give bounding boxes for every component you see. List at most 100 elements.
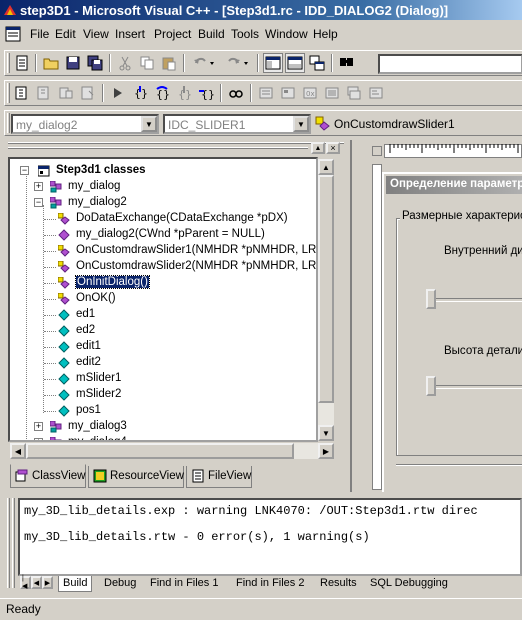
tree-member-node[interactable]: edit2: [44, 355, 316, 371]
slider2-track[interactable]: [426, 385, 522, 389]
save-all-icon[interactable]: [85, 53, 105, 73]
tree-member-node[interactable]: edit1: [44, 339, 316, 355]
copy-icon[interactable]: [137, 53, 157, 73]
tree-scrollbar[interactable]: ▲ ▼: [318, 159, 334, 441]
window-title: step3D1 - Microsoft Visual C++ - [Step3d…: [20, 3, 449, 18]
tree-class-node[interactable]: − my_dialog2: [34, 195, 316, 211]
class-tree[interactable]: − Step3d1 classes + my_dialog − my_dialog2 DoD…: [8, 157, 318, 442]
tree-hscrollbar[interactable]: ◀ ▶: [10, 443, 334, 459]
pane-close-button[interactable]: ×: [326, 142, 340, 154]
tab-results[interactable]: Results: [316, 576, 361, 592]
menu-tools[interactable]: Tools: [231, 27, 259, 41]
tab-classview[interactable]: ClassView: [10, 464, 86, 488]
redo-icon[interactable]: [223, 53, 253, 73]
tree-member-node[interactable]: mSlider2: [44, 387, 316, 403]
collapse-icon[interactable]: −: [20, 166, 29, 175]
scroll-down-icon[interactable]: ▼: [318, 425, 334, 441]
expand-icon[interactable]: +: [34, 438, 43, 440]
tree-root[interactable]: − Step3d1 classes: [20, 163, 310, 179]
tree-member-node[interactable]: OnCustomdrawSlider1(NMHDR *pNMHDR, LR: [44, 243, 316, 259]
menu-edit[interactable]: Edit: [55, 27, 76, 41]
menu-project[interactable]: Project: [154, 27, 191, 41]
step-out-icon[interactable]: {}: [174, 83, 194, 103]
scroll-up-icon[interactable]: ▲: [318, 159, 334, 175]
workspace-toggle-icon[interactable]: [263, 53, 283, 73]
scroll-thumb[interactable]: [318, 175, 334, 403]
tree-member-node[interactable]: DoDataExchange(CDataExchange *pDX): [44, 211, 316, 227]
disassembly-icon[interactable]: [366, 83, 386, 103]
tree-member-node[interactable]: my_dialog2(CWnd *pParent = NULL): [44, 227, 316, 243]
output-window[interactable]: my_3D_lib_details.exp : warning LNK4070:…: [18, 498, 522, 576]
find-in-files-icon[interactable]: [337, 53, 357, 73]
document-icon[interactable]: [4, 25, 22, 43]
slider2-thumb[interactable]: [426, 376, 436, 396]
tree-class-node[interactable]: + my_dialog3: [34, 419, 316, 435]
quickwatch-icon[interactable]: [226, 83, 246, 103]
menu-insert[interactable]: Insert: [115, 27, 145, 41]
window-list-icon[interactable]: [307, 53, 327, 73]
menu-build[interactable]: Build: [198, 27, 225, 41]
tab-find-in-files-2[interactable]: Find in Files 2: [232, 576, 308, 592]
step-into-icon[interactable]: {}: [130, 83, 150, 103]
memory-window-icon[interactable]: [322, 83, 342, 103]
cut-icon[interactable]: [115, 53, 135, 73]
scroll-left-icon[interactable]: ◀: [10, 443, 26, 459]
step-over-icon[interactable]: {}: [152, 83, 172, 103]
registers-window-icon[interactable]: 0x: [300, 83, 320, 103]
menu-view[interactable]: View: [83, 27, 109, 41]
tree-class-node[interactable]: + my_dialog4: [34, 435, 316, 440]
build-icon[interactable]: [34, 83, 54, 103]
id-combo[interactable]: IDC_SLIDER1 ▼: [163, 114, 311, 134]
member-combo[interactable]: OnCustomdrawSlider1: [315, 114, 522, 134]
output-toggle-icon[interactable]: [285, 53, 305, 73]
paste-icon[interactable]: [159, 53, 179, 73]
tab-fileview[interactable]: FileView: [186, 466, 252, 488]
stop-build-icon[interactable]: [56, 83, 76, 103]
find-combo[interactable]: [378, 54, 522, 74]
tab-build[interactable]: Build: [58, 576, 93, 592]
scroll-right-icon[interactable]: ▶: [318, 443, 334, 459]
title-bar: step3D1 - Microsoft Visual C++ - [Step3d…: [0, 0, 522, 20]
member-variable-icon: [58, 309, 70, 321]
call-stack-icon[interactable]: [344, 83, 364, 103]
tab-resourceview[interactable]: ResourceView: [88, 466, 184, 488]
tree-member-node[interactable]: ed2: [44, 323, 316, 339]
tree-member-node[interactable]: OnCustomdrawSlider2(NMHDR *pNMHDR, LR: [44, 259, 316, 275]
tree-node-label: ed1: [76, 308, 96, 320]
tree-member-node[interactable]: ed1: [44, 307, 316, 323]
tab-find-in-files-1[interactable]: Find in Files 1: [146, 576, 222, 592]
pane-maximize-button[interactable]: ▲: [311, 142, 325, 154]
menu-window[interactable]: Window: [265, 27, 308, 41]
slider1-thumb[interactable]: [426, 289, 436, 309]
output-tab-nav[interactable]: |◀ ◀ ▶: [20, 575, 54, 591]
key-method-icon: [315, 116, 330, 131]
hscroll-thumb[interactable]: [26, 443, 294, 459]
dialog-preview[interactable]: Определение параметр Размерные характери…: [382, 172, 522, 492]
class-combo[interactable]: my_dialog2 ▼: [11, 114, 159, 134]
open-folder-icon[interactable]: [41, 53, 61, 73]
expand-icon[interactable]: +: [34, 182, 43, 191]
rebuild-icon[interactable]: [78, 83, 98, 103]
collapse-icon[interactable]: −: [34, 198, 43, 207]
menu-help[interactable]: Help: [313, 27, 338, 41]
variables-window-icon[interactable]: [278, 83, 298, 103]
tree-class-node[interactable]: + my_dialog: [34, 179, 316, 195]
tree-member-node[interactable]: OnInitDialog(): [44, 275, 316, 291]
tree-member-node[interactable]: mSlider1: [44, 371, 316, 387]
watch-window-icon[interactable]: [256, 83, 276, 103]
tab-sql-debugging[interactable]: SQL Debugging: [366, 576, 452, 592]
member-variable-icon: [58, 389, 70, 401]
slider1-track[interactable]: [426, 298, 522, 302]
expand-icon[interactable]: +: [34, 422, 43, 431]
go-icon[interactable]: [108, 83, 128, 103]
new-text-file-icon[interactable]: [12, 53, 32, 73]
tree-member-node[interactable]: OnOK(): [44, 291, 316, 307]
run-to-cursor-icon[interactable]: {}: [196, 83, 216, 103]
tab-debug[interactable]: Debug: [100, 576, 140, 592]
undo-icon[interactable]: [189, 53, 219, 73]
tree-member-node[interactable]: pos1: [44, 403, 316, 419]
compile-icon[interactable]: [12, 83, 32, 103]
tree-branch-line: [44, 411, 56, 412]
menu-file[interactable]: File: [30, 27, 49, 41]
save-icon[interactable]: [63, 53, 83, 73]
